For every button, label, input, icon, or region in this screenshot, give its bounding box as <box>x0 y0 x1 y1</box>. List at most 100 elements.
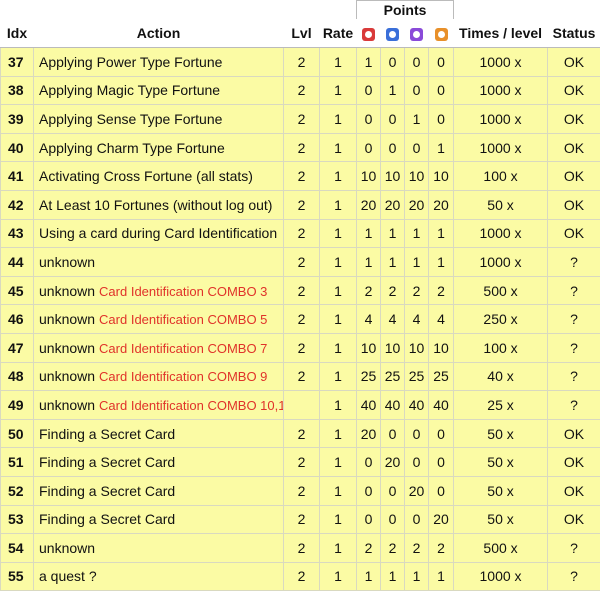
power-icon <box>362 27 375 41</box>
row-action-text: Applying Charm Type Fortune <box>39 139 225 156</box>
row-action-text: Applying Sense Type Fortune <box>39 110 223 127</box>
row-status: OK <box>547 218 600 249</box>
row-magic-points-text: 20 <box>384 196 401 213</box>
row-power-points-text: 0 <box>364 82 373 99</box>
row-power-points: 10 <box>356 161 381 191</box>
row-times-per-level: 100 x <box>453 161 549 191</box>
row-power-points-text: 1 <box>364 568 373 585</box>
row-rate: 1 <box>319 218 357 249</box>
row-action-text: Activating Cross Fortune (all stats) <box>39 168 253 185</box>
row-times-per-level: 50 x <box>453 189 549 220</box>
row-rate: 1 <box>319 533 357 563</box>
row-magic-points: 0 <box>380 104 405 134</box>
row-times-per-level: 1000 x <box>453 75 549 106</box>
row-status-text: OK <box>563 425 585 442</box>
row-idx-text: 37 <box>8 53 24 70</box>
row-idx-text: 55 <box>8 568 24 585</box>
row-lvl: 2 <box>283 561 320 591</box>
row-magic-points-text: 0 <box>388 425 397 442</box>
row-lvl-text: 2 <box>297 482 306 499</box>
row-sense-points-text: 2 <box>412 539 421 556</box>
row-idx-text: 46 <box>8 311 24 328</box>
row-power-points-text: 0 <box>364 482 373 499</box>
row-rate: 1 <box>319 561 357 591</box>
row-power-points: 10 <box>356 332 381 363</box>
row-charm-points: 0 <box>427 75 455 106</box>
row-times-per-level-text: 1000 x <box>479 568 522 585</box>
row-lvl: 2 <box>283 504 320 535</box>
charm-icon-header <box>428 19 454 48</box>
row-power-points-text: 1 <box>364 225 373 242</box>
row-power-points-text: 40 <box>360 396 377 413</box>
row-idx: 52 <box>0 475 34 506</box>
times-header: Times / level <box>453 19 548 48</box>
row-action-text: unknown <box>39 539 96 556</box>
row-status: ? <box>547 533 600 563</box>
row-status: ? <box>547 561 600 591</box>
row-sense-points-text: 4 <box>412 311 421 328</box>
row-action: unknownCard Identification COMBO 10,11,1… <box>33 390 284 420</box>
row-idx-text: 54 <box>8 539 24 556</box>
table-row: 42 At Least 10 Fortunes (without log out)… <box>0 189 600 220</box>
row-lvl: 2 <box>283 332 320 363</box>
row-status: OK <box>547 47 600 77</box>
row-action: unknown <box>33 533 284 563</box>
row-sense-points-text: 1 <box>412 568 421 585</box>
row-status-text: ? <box>570 311 578 328</box>
row-power-points: 0 <box>356 504 381 535</box>
row-lvl: 2 <box>283 361 320 392</box>
row-lvl-text: 2 <box>297 253 306 270</box>
row-charm-points: 2 <box>427 275 455 306</box>
row-magic-points: 1 <box>380 75 405 106</box>
row-action: a quest ? <box>33 561 284 591</box>
row-times-per-level-text: 1000 x <box>479 139 522 156</box>
row-action-text: unknown <box>39 311 96 328</box>
row-power-points-text: 4 <box>364 311 373 328</box>
row-magic-points: 10 <box>380 161 405 191</box>
row-rate: 1 <box>319 304 357 334</box>
row-charm-points-text: 0 <box>437 53 445 70</box>
row-times-per-level-text: 250 x <box>483 311 518 328</box>
row-charm-points: 0 <box>427 47 455 77</box>
row-idx-text: 49 <box>8 396 24 413</box>
table-body: 37 Applying Power Type Fortune 2 1 1 0 0 0 1000 … <box>0 47 600 591</box>
row-sense-points: 20 <box>404 189 429 220</box>
row-charm-points-text: 20 <box>433 196 449 213</box>
row-status-text: OK <box>563 454 585 471</box>
row-action-text: Using a card during Card Identification <box>39 225 278 242</box>
row-magic-points-text: 0 <box>388 139 397 156</box>
row-status: OK <box>547 161 600 191</box>
row-charm-points: 10 <box>427 332 455 363</box>
row-sense-points-text: 1 <box>412 253 421 270</box>
row-action-text: At Least 10 Fortunes (without log out) <box>39 196 273 213</box>
row-rate-text: 1 <box>334 396 342 413</box>
row-action-text: a quest ? <box>39 568 97 585</box>
row-lvl: 2 <box>283 75 320 106</box>
row-power-points: 1 <box>356 47 381 77</box>
row-sense-points: 25 <box>404 361 429 392</box>
row-action-text: unknown <box>39 368 96 385</box>
row-rate-text: 1 <box>334 196 342 213</box>
row-sense-points: 0 <box>404 418 429 449</box>
row-action-text: Finding a Secret Card <box>39 511 176 528</box>
row-lvl: 2 <box>283 47 320 77</box>
row-sense-points-text: 1 <box>412 225 421 242</box>
row-lvl-text: 2 <box>297 225 306 242</box>
row-charm-points-text: 10 <box>433 168 449 185</box>
row-idx: 47 <box>0 332 34 363</box>
row-charm-points-text: 0 <box>437 482 445 499</box>
row-sense-points: 4 <box>404 304 429 334</box>
row-magic-points: 1 <box>380 247 405 277</box>
row-sense-points: 40 <box>404 390 429 420</box>
row-status: OK <box>547 75 600 106</box>
row-sense-points-text: 0 <box>412 53 421 70</box>
row-times-per-level: 50 x <box>453 504 549 535</box>
row-charm-points: 0 <box>427 447 455 477</box>
row-action: Activating Cross Fortune (all stats) <box>33 161 284 191</box>
row-rate-text: 1 <box>334 311 342 328</box>
row-rate-text: 1 <box>334 168 342 185</box>
row-magic-points: 20 <box>380 447 405 477</box>
row-status-text: OK <box>563 511 585 528</box>
row-status-text: OK <box>563 110 585 127</box>
row-magic-points: 25 <box>380 361 405 392</box>
